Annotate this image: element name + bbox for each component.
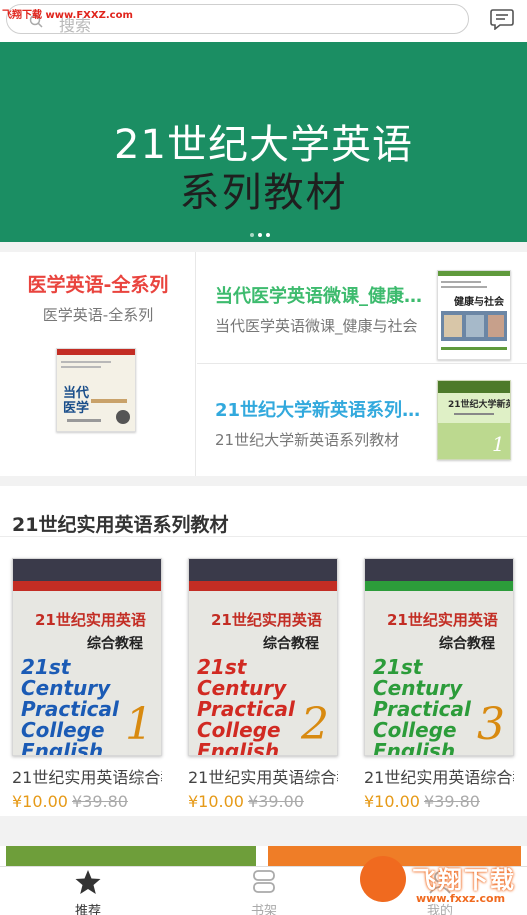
book-title[interactable]: 21世纪实用英语综合教程2 — [188, 764, 338, 788]
book-cover-art: 21世纪大学新英语 1 — [438, 381, 524, 459]
svg-text:健康与社会: 健康与社会 — [454, 295, 504, 308]
book-price: ¥10.00 ¥39.80 — [12, 792, 128, 811]
banner-title-line2: 系列教材 — [179, 170, 348, 216]
svg-text:医学: 医学 — [63, 400, 89, 416]
original-price: ¥39.00 — [247, 792, 304, 811]
book-price: ¥10.00 ¥39.00 — [188, 792, 304, 811]
watermark-logo-icon — [360, 856, 406, 902]
section-title: 21世纪实用英语系列教材 — [12, 514, 229, 536]
banner-carousel[interactable]: 21世纪大学英语 系列教材 — [0, 42, 527, 242]
watermark-url: www.fxxz.com — [416, 892, 506, 905]
promo-title: 医学英语-全系列 — [27, 274, 169, 296]
section-gap — [0, 816, 527, 846]
nav-tab-recommend[interactable]: 推荐 — [0, 867, 176, 915]
banner-pagination — [250, 233, 270, 237]
watermark-title: 飞翔下载 — [412, 866, 516, 894]
svg-text:1: 1 — [492, 432, 505, 456]
svg-text:21世纪大学新英语: 21世纪大学新英语 — [448, 398, 510, 410]
cover-volume-number: 3 — [477, 699, 505, 750]
book-title[interactable]: 21世纪实用英语综合教程3 — [364, 764, 514, 788]
nav-tab-bookshelf[interactable]: 书架 — [176, 867, 352, 915]
promo-grid: 医学英语-全系列 医学英语-全系列 当代 医学 当代医学英语微课_健康与社会 当… — [0, 242, 527, 476]
promo-medical-english[interactable]: 医学英语-全系列 医学英语-全系列 当代 医学 — [0, 252, 196, 476]
series-section: 21世纪实用英语系列教材 21世纪实用英语 综合教程 21st Century … — [0, 476, 527, 824]
cover-subtitle-cn: 综合教程 — [439, 636, 495, 652]
promo-medical-micro-course[interactable]: 当代医学英语微课_健康与社会 当代医学英语微课_健康与社会 健康与社会 — [197, 252, 527, 364]
banner-dot-active — [258, 233, 262, 237]
book-price: ¥10.00 ¥39.80 — [364, 792, 480, 811]
star-icon — [75, 870, 101, 894]
promo-title: 当代医学英语微课_健康与社会 — [215, 286, 430, 307]
watermark-top-left: 飞翔下载 www.FXXZ.com — [2, 10, 133, 21]
promo-subtitle: 医学英语-全系列 — [42, 306, 154, 324]
nav-label: 推荐 — [74, 904, 101, 915]
cover-subtitle-cn: 综合教程 — [263, 636, 319, 652]
current-price: ¥10.00 — [188, 792, 244, 811]
cover-photo-strip — [189, 559, 337, 581]
promo-title: 21世纪大学新英语系列教材 — [215, 400, 430, 421]
cover-volume-number: 2 — [301, 699, 329, 750]
book-cover-art: 当代 医学 — [57, 349, 135, 424]
original-price: ¥39.80 — [71, 792, 128, 811]
book-cover-thumbnail: 健康与社会 — [437, 270, 511, 360]
cover-band — [189, 581, 337, 591]
book-cover-thumbnail: 当代 医学 — [56, 348, 136, 432]
cover-title-cn: 21世纪实用英语 — [211, 611, 322, 629]
watermark-bottom-right: 飞翔下载 www.fxxz.com — [360, 852, 527, 912]
book-cover[interactable]: 21世纪实用英语 综合教程 21st Century Practical Col… — [364, 558, 514, 756]
book-cover-art: 健康与社会 — [438, 271, 510, 350]
cover-band — [13, 581, 161, 591]
promo-subtitle: 21世纪大学新英语系列教材 — [215, 431, 400, 449]
book-title[interactable]: 21世纪实用英语综合教程1 — [12, 764, 162, 788]
current-price: ¥10.00 — [12, 792, 68, 811]
book-cover[interactable]: 21世纪实用英语 综合教程 21st Century Practical Col… — [12, 558, 162, 756]
bookshelf-icon — [253, 870, 275, 893]
cover-subtitle-cn: 综合教程 — [87, 636, 143, 652]
cover-title-cn: 21世纪实用英语 — [35, 611, 146, 629]
current-price: ¥10.00 — [364, 792, 420, 811]
next-card-left[interactable] — [6, 846, 256, 866]
banner-dot — [266, 233, 270, 237]
svg-text:当代: 当代 — [63, 385, 89, 401]
promo-new-college-english[interactable]: 21世纪大学新英语系列教材 21世纪大学新英语系列教材 21世纪大学新英语 1 — [197, 364, 527, 476]
nav-label: 书架 — [250, 904, 277, 915]
cover-photo-strip — [13, 559, 161, 581]
divider — [0, 536, 527, 537]
cover-title-cn: 21世纪实用英语 — [387, 611, 498, 629]
message-icon[interactable] — [490, 8, 514, 30]
book-cover-thumbnail: 21世纪大学新英语 1 — [437, 380, 524, 460]
banner-dot — [250, 233, 254, 237]
original-price: ¥39.80 — [423, 792, 480, 811]
cover-volume-number: 1 — [125, 699, 153, 750]
promo-subtitle: 当代医学英语微课_健康与社会 — [215, 317, 418, 335]
cover-photo-strip — [365, 559, 513, 581]
book-cover[interactable]: 21世纪实用英语 综合教程 21st Century Practical Col… — [188, 558, 338, 756]
cover-band — [365, 581, 513, 591]
